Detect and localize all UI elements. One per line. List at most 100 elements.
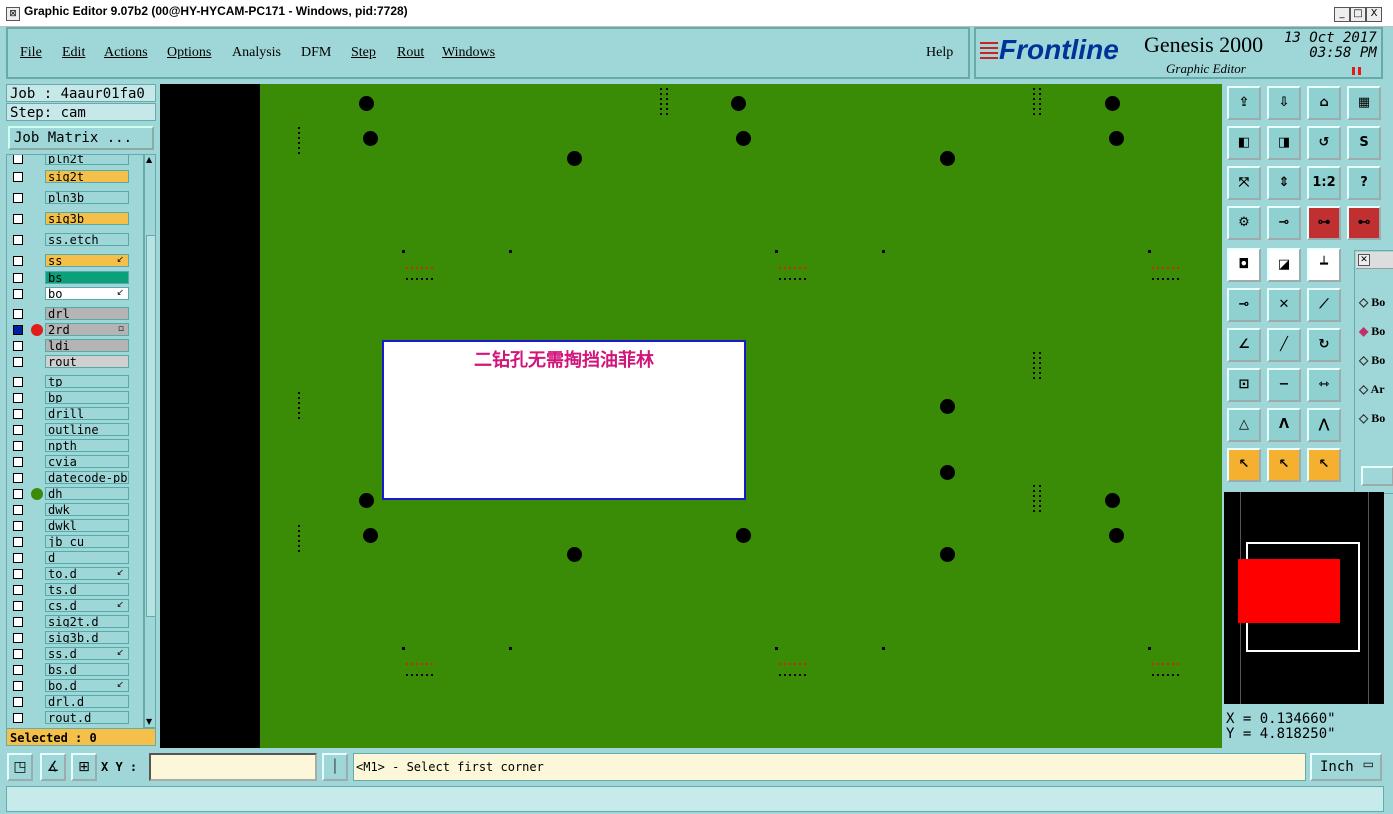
app-icon[interactable]: ⊠ bbox=[6, 7, 20, 21]
angle-icon[interactable]: ∠ bbox=[1227, 328, 1261, 362]
open-icon[interactable]: ⇪ bbox=[1227, 86, 1261, 120]
layer-row-bo[interactable]: bo ↙ bbox=[9, 287, 131, 301]
shape-icon[interactable]: ◪ bbox=[1267, 248, 1301, 282]
layer-checkbox[interactable] bbox=[13, 649, 23, 659]
layer-checkbox[interactable] bbox=[13, 617, 23, 627]
layer-name[interactable]: bo ↙ bbox=[45, 287, 129, 300]
layer-row-dwkl[interactable]: dwkl bbox=[9, 519, 131, 533]
layer-row-2rd[interactable]: 2rd ▫ bbox=[9, 323, 131, 337]
home-icon[interactable]: ⌂ bbox=[1307, 86, 1341, 120]
units-selector[interactable]: Inch ▭ bbox=[1310, 753, 1382, 781]
layer-name[interactable]: npth bbox=[45, 439, 129, 452]
layer-name[interactable]: ss.etch bbox=[45, 233, 129, 246]
rotate-icon[interactable]: ↻ bbox=[1307, 328, 1341, 362]
layer-name[interactable]: bp bbox=[45, 391, 129, 404]
layer-checkbox[interactable] bbox=[13, 505, 23, 515]
layer-checkbox[interactable] bbox=[13, 325, 23, 335]
layer-checkbox[interactable] bbox=[13, 172, 23, 182]
layer-checkbox[interactable] bbox=[13, 681, 23, 691]
layer-row-jb-cu[interactable]: jb_cu bbox=[9, 535, 131, 549]
line-icon[interactable]: ⟋ bbox=[1307, 288, 1341, 322]
layer-scrollbar[interactable]: ▲ ▼ bbox=[144, 154, 156, 728]
popup-item[interactable]: ◇ Bo bbox=[1359, 349, 1393, 371]
window-icon[interactable]: ▦ bbox=[1347, 86, 1381, 120]
scroll-down-icon[interactable]: ▼ bbox=[146, 717, 154, 727]
layer-checkbox[interactable] bbox=[13, 341, 23, 351]
layer-name[interactable]: sig2t.d bbox=[45, 615, 129, 628]
snap-icon[interactable]: ◳ bbox=[7, 753, 33, 781]
layer-name[interactable]: cvia bbox=[45, 455, 129, 468]
layer-checkbox[interactable] bbox=[13, 155, 23, 164]
layer-row-ss[interactable]: ss ↙ bbox=[9, 254, 131, 268]
layer-row-dwk[interactable]: dwk bbox=[9, 503, 131, 517]
layer-checkbox[interactable] bbox=[13, 489, 23, 499]
layer-row-rout-d[interactable]: rout.d bbox=[9, 711, 131, 725]
layer-name[interactable]: ldi bbox=[45, 339, 129, 352]
xy-input[interactable] bbox=[149, 753, 317, 781]
layer-checkbox[interactable] bbox=[13, 193, 23, 203]
fit-icon[interactable]: ⤧ bbox=[1227, 166, 1261, 200]
minimize-button[interactable]: _ bbox=[1334, 7, 1350, 22]
connect-icon[interactable]: ⊸ bbox=[1227, 288, 1261, 322]
layer-checkbox[interactable] bbox=[13, 357, 23, 367]
menu-file[interactable]: File bbox=[20, 45, 42, 61]
layer-checkbox[interactable] bbox=[13, 697, 23, 707]
layer-row-drill[interactable]: drill bbox=[9, 407, 131, 421]
layer-name[interactable]: sig3b.d bbox=[45, 631, 129, 644]
layer-row-ts-d[interactable]: ts.d bbox=[9, 583, 131, 597]
pan-right-icon[interactable]: ◨ bbox=[1267, 126, 1301, 160]
layer-row-dh[interactable]: dh bbox=[9, 487, 131, 501]
layer-name[interactable]: drill bbox=[45, 407, 129, 420]
layer-name[interactable]: datecode-pbe bbox=[45, 471, 129, 484]
layer-row-sig3b-d[interactable]: sig3b.d bbox=[9, 631, 131, 645]
layer-checkbox[interactable] bbox=[13, 256, 23, 266]
layer-checkbox[interactable] bbox=[13, 633, 23, 643]
layer-checkbox[interactable] bbox=[13, 473, 23, 483]
layer-checkbox[interactable] bbox=[13, 441, 23, 451]
layer-checkbox[interactable] bbox=[13, 273, 23, 283]
layer-name[interactable]: pln3b bbox=[45, 191, 129, 204]
probe-icon[interactable]: ⊸ bbox=[1267, 206, 1301, 240]
layer-name[interactable]: pln2t bbox=[45, 155, 129, 165]
layer-row-ldi[interactable]: ldi bbox=[9, 339, 131, 353]
layer-name[interactable]: sig2t bbox=[45, 170, 129, 183]
layer-name[interactable]: cs.d ↙ bbox=[45, 599, 129, 612]
layer-name[interactable]: bo.d ↙ bbox=[45, 679, 129, 692]
cross-icon[interactable]: ✕ bbox=[1267, 288, 1301, 322]
layer-row-npth[interactable]: npth bbox=[9, 439, 131, 453]
layer-checkbox[interactable] bbox=[13, 601, 23, 611]
layer-name[interactable]: drl bbox=[45, 307, 129, 320]
undo-icon[interactable]: ↺ bbox=[1307, 126, 1341, 160]
scroll-up-icon[interactable]: ▲ bbox=[146, 155, 154, 165]
layer-row-datecode-pbe[interactable]: datecode-pbe bbox=[9, 471, 131, 485]
layer-row-bp[interactable]: bp bbox=[9, 391, 131, 405]
annotation-box[interactable]: 二钻孔无需掏挡油菲林 bbox=[382, 340, 746, 500]
scroll-thumb[interactable] bbox=[146, 235, 156, 617]
layer-name[interactable]: drl.d bbox=[45, 695, 129, 708]
minus-icon[interactable]: − bbox=[1267, 368, 1301, 402]
peak-icon[interactable]: Λ bbox=[1267, 408, 1301, 442]
layer-checkbox[interactable] bbox=[13, 553, 23, 563]
layer-name[interactable]: sig3b bbox=[45, 212, 129, 225]
layer-checkbox[interactable] bbox=[13, 713, 23, 723]
layer-checkbox[interactable] bbox=[13, 665, 23, 675]
layer-name[interactable]: ss ↙ bbox=[45, 254, 129, 267]
layer-checkbox[interactable] bbox=[13, 569, 23, 579]
layer-checkbox[interactable] bbox=[13, 214, 23, 224]
menu-options[interactable]: Options bbox=[167, 45, 211, 61]
tri-icon[interactable]: △ bbox=[1227, 408, 1261, 442]
layer-row-cs-d[interactable]: cs.d ↙ bbox=[9, 599, 131, 613]
s-curve-icon[interactable]: S bbox=[1347, 126, 1381, 160]
menu-dfm[interactable]: DFM bbox=[301, 45, 331, 61]
select-circle-icon[interactable]: ↖ bbox=[1307, 448, 1341, 482]
layer-row-drl[interactable]: drl bbox=[9, 307, 131, 321]
layer-name[interactable]: dh bbox=[45, 487, 129, 500]
layer-checkbox[interactable] bbox=[13, 521, 23, 531]
move-icon[interactable]: ⊡ bbox=[1227, 368, 1261, 402]
grid-icon[interactable]: ⊞ bbox=[71, 753, 97, 781]
layer-row-pln3b[interactable]: pln3b bbox=[9, 191, 131, 205]
ruler-icon[interactable]: ┷ bbox=[1307, 248, 1341, 282]
layer-name[interactable]: d bbox=[45, 551, 129, 564]
layer-row-sig3b[interactable]: sig3b bbox=[9, 212, 131, 226]
menu-help[interactable]: Help bbox=[926, 45, 953, 61]
